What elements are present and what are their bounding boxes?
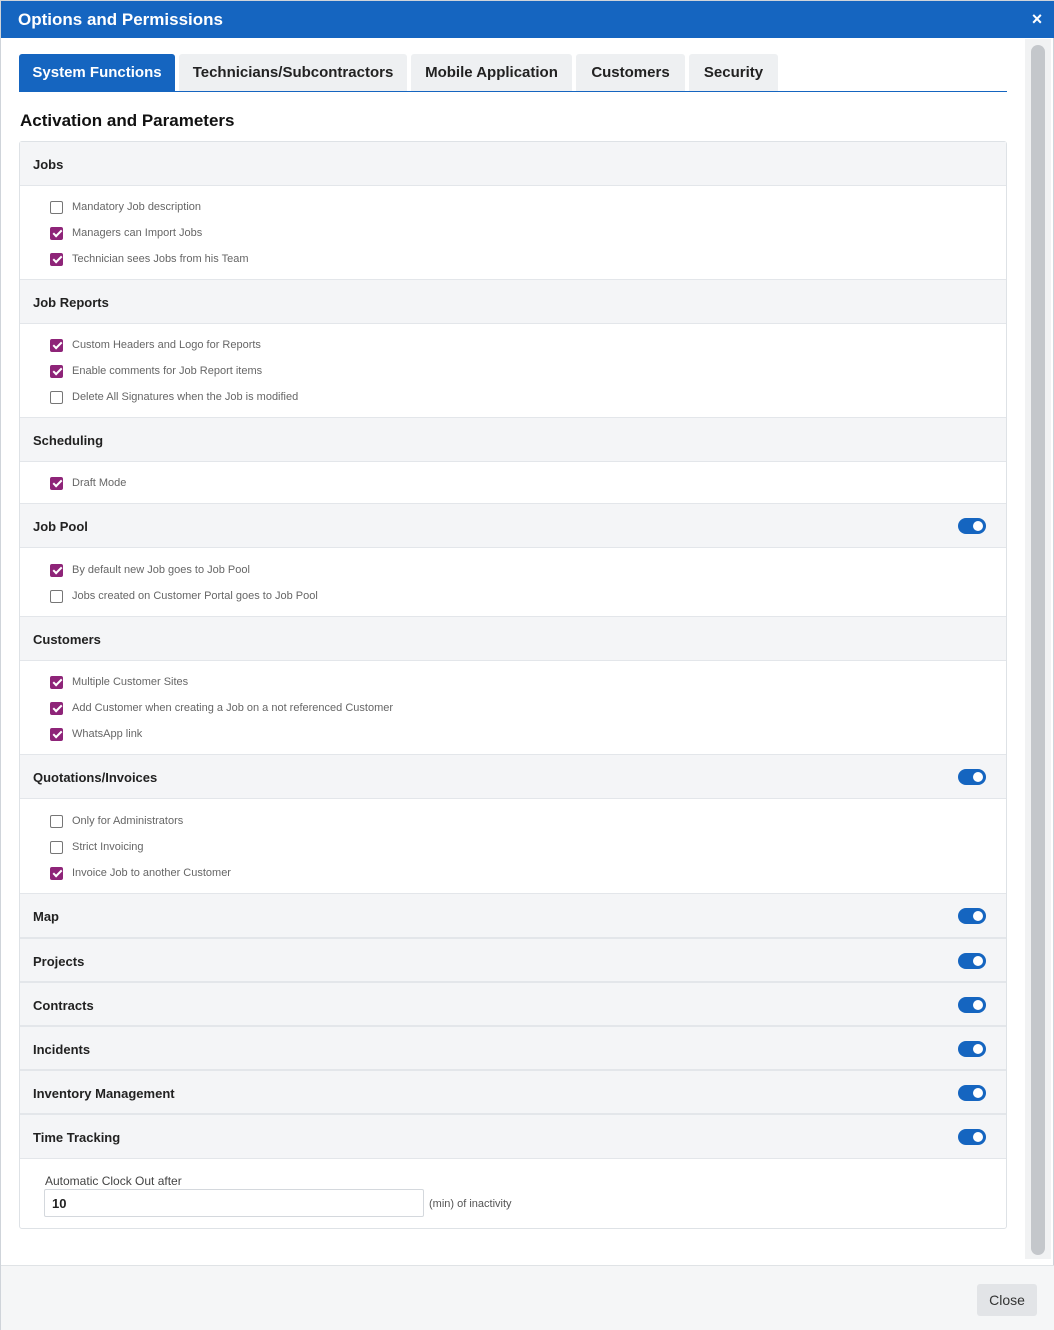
option-default-job-pool[interactable]: By default new Job goes to Job Pool bbox=[50, 562, 250, 578]
group-header-contracts: Contracts bbox=[20, 982, 1006, 1026]
scrollbar-thumb[interactable] bbox=[1031, 45, 1045, 1255]
tab-bar: System Functions Technicians/Subcontract… bbox=[19, 54, 1007, 92]
option-label: By default new Job goes to Job Pool bbox=[72, 564, 250, 576]
time-tracking-toggle[interactable] bbox=[958, 1129, 986, 1145]
group-header-projects: Projects bbox=[20, 938, 1006, 982]
checkbox[interactable] bbox=[50, 252, 63, 266]
option-enable-comments[interactable]: Enable comments for Job Report items bbox=[50, 363, 262, 379]
dialog-titlebar: Options and Permissions × bbox=[1, 1, 1054, 38]
settings-panel: Jobs Mandatory Job description Managers … bbox=[19, 141, 1007, 1229]
checkbox[interactable] bbox=[50, 866, 63, 880]
option-strict-invoicing[interactable]: Strict Invoicing bbox=[50, 839, 144, 855]
group-header-inventory: Inventory Management bbox=[20, 1070, 1006, 1114]
option-mandatory-job-description[interactable]: Mandatory Job description bbox=[50, 199, 201, 215]
checkbox[interactable] bbox=[50, 563, 63, 577]
checkbox[interactable] bbox=[50, 727, 63, 741]
projects-toggle[interactable] bbox=[958, 953, 986, 969]
option-label: Mandatory Job description bbox=[72, 201, 202, 213]
group-header-jobs: Jobs bbox=[20, 142, 1006, 186]
checkbox[interactable] bbox=[50, 840, 63, 854]
tab-security[interactable]: Security bbox=[689, 54, 778, 91]
incidents-toggle[interactable] bbox=[958, 1041, 986, 1057]
option-label: Draft Mode bbox=[72, 477, 127, 489]
tab-mobile-application[interactable]: Mobile Application bbox=[411, 54, 572, 91]
option-custom-headers-logo[interactable]: Custom Headers and Logo for Reports bbox=[50, 337, 261, 353]
checkbox[interactable] bbox=[50, 338, 63, 352]
dialog-content: System Functions Technicians/Subcontract… bbox=[1, 38, 1054, 1265]
job-pool-toggle[interactable] bbox=[958, 518, 986, 534]
checkbox[interactable] bbox=[50, 200, 63, 214]
group-header-scheduling: Scheduling bbox=[20, 417, 1006, 462]
option-delete-signatures[interactable]: Delete All Signatures when the Job is mo… bbox=[50, 389, 298, 405]
option-label: Multiple Customer Sites bbox=[72, 676, 189, 688]
inventory-toggle[interactable] bbox=[958, 1085, 986, 1101]
option-label: WhatsApp link bbox=[72, 728, 143, 740]
checkbox[interactable] bbox=[50, 390, 63, 404]
section-title: Activation and Parameters bbox=[20, 111, 235, 130]
option-label: Add Customer when creating a Job on a no… bbox=[72, 702, 394, 714]
option-label: Jobs created on Customer Portal goes to … bbox=[72, 590, 318, 602]
checkbox[interactable] bbox=[50, 589, 63, 603]
option-draft-mode[interactable]: Draft Mode bbox=[50, 475, 126, 491]
group-header-incidents: Incidents bbox=[20, 1026, 1006, 1070]
option-add-customer-on-job[interactable]: Add Customer when creating a Job on a no… bbox=[50, 700, 393, 716]
group-label-job-pool: Job Pool bbox=[33, 519, 88, 534]
option-label: Delete All Signatures when the Job is mo… bbox=[72, 391, 299, 403]
group-header-customers: Customers bbox=[20, 616, 1006, 661]
option-label: Custom Headers and Logo for Reports bbox=[72, 339, 261, 351]
option-multiple-sites[interactable]: Multiple Customer Sites bbox=[50, 674, 188, 690]
option-technician-sees-team-jobs[interactable]: Technician sees Jobs from his Team bbox=[50, 251, 249, 267]
group-label-contracts: Contracts bbox=[33, 998, 94, 1013]
options-dialog: Options and Permissions × System Functio… bbox=[0, 0, 1054, 1330]
checkbox[interactable] bbox=[50, 364, 63, 378]
clock-out-suffix: (min) of inactivity bbox=[429, 1198, 512, 1210]
checkbox[interactable] bbox=[50, 226, 63, 240]
checkbox[interactable] bbox=[50, 476, 63, 490]
map-toggle[interactable] bbox=[958, 908, 986, 924]
group-header-quotations: Quotations/Invoices bbox=[20, 754, 1006, 799]
tab-system-functions[interactable]: System Functions bbox=[19, 54, 175, 91]
tab-technicians-subcontractors[interactable]: Technicians/Subcontractors bbox=[179, 54, 407, 91]
close-icon[interactable]: × bbox=[1028, 10, 1046, 28]
checkbox[interactable] bbox=[50, 814, 63, 828]
quotations-toggle[interactable] bbox=[958, 769, 986, 785]
checkbox[interactable] bbox=[50, 701, 63, 715]
option-portal-jobs-pool[interactable]: Jobs created on Customer Portal goes to … bbox=[50, 588, 318, 604]
clock-out-minutes-input[interactable] bbox=[44, 1189, 424, 1217]
dialog-footer: Close bbox=[1, 1265, 1054, 1330]
tab-customers[interactable]: Customers bbox=[576, 54, 685, 91]
option-invoice-another-customer[interactable]: Invoice Job to another Customer bbox=[50, 865, 231, 881]
checkbox[interactable] bbox=[50, 675, 63, 689]
option-label: Only for Administrators bbox=[72, 815, 184, 827]
option-whatsapp-link[interactable]: WhatsApp link bbox=[50, 726, 142, 742]
option-managers-import-jobs[interactable]: Managers can Import Jobs bbox=[50, 225, 202, 241]
group-header-time-tracking: Time Tracking bbox=[20, 1114, 1006, 1159]
group-header-job-reports: Job Reports bbox=[20, 279, 1006, 324]
close-button[interactable]: Close bbox=[977, 1284, 1037, 1316]
group-label-quotations: Quotations/Invoices bbox=[33, 770, 158, 785]
option-label: Enable comments for Job Report items bbox=[72, 365, 263, 377]
vertical-scrollbar[interactable] bbox=[1025, 39, 1051, 1259]
option-label: Invoice Job to another Customer bbox=[72, 867, 231, 879]
clock-out-label: Automatic Clock Out after bbox=[45, 1174, 182, 1188]
option-label: Managers can Import Jobs bbox=[72, 227, 203, 239]
option-label: Strict Invoicing bbox=[72, 841, 144, 853]
group-label-projects: Projects bbox=[33, 954, 85, 969]
dialog-title: Options and Permissions bbox=[18, 10, 223, 29]
group-label-incidents: Incidents bbox=[33, 1042, 91, 1057]
group-header-job-pool: Job Pool bbox=[20, 503, 1006, 548]
group-label-jobs: Jobs bbox=[33, 157, 64, 172]
option-label: Technician sees Jobs from his Team bbox=[72, 253, 249, 265]
group-label-customers: Customers bbox=[33, 632, 101, 647]
group-label-time-tracking: Time Tracking bbox=[33, 1130, 121, 1145]
group-label-map: Map bbox=[33, 909, 59, 924]
option-only-admins[interactable]: Only for Administrators bbox=[50, 813, 183, 829]
contracts-toggle[interactable] bbox=[958, 997, 986, 1013]
group-label-inventory: Inventory Management bbox=[33, 1086, 175, 1101]
group-header-map: Map bbox=[20, 893, 1006, 938]
group-label-job-reports: Job Reports bbox=[33, 295, 109, 310]
group-label-scheduling: Scheduling bbox=[33, 433, 104, 448]
